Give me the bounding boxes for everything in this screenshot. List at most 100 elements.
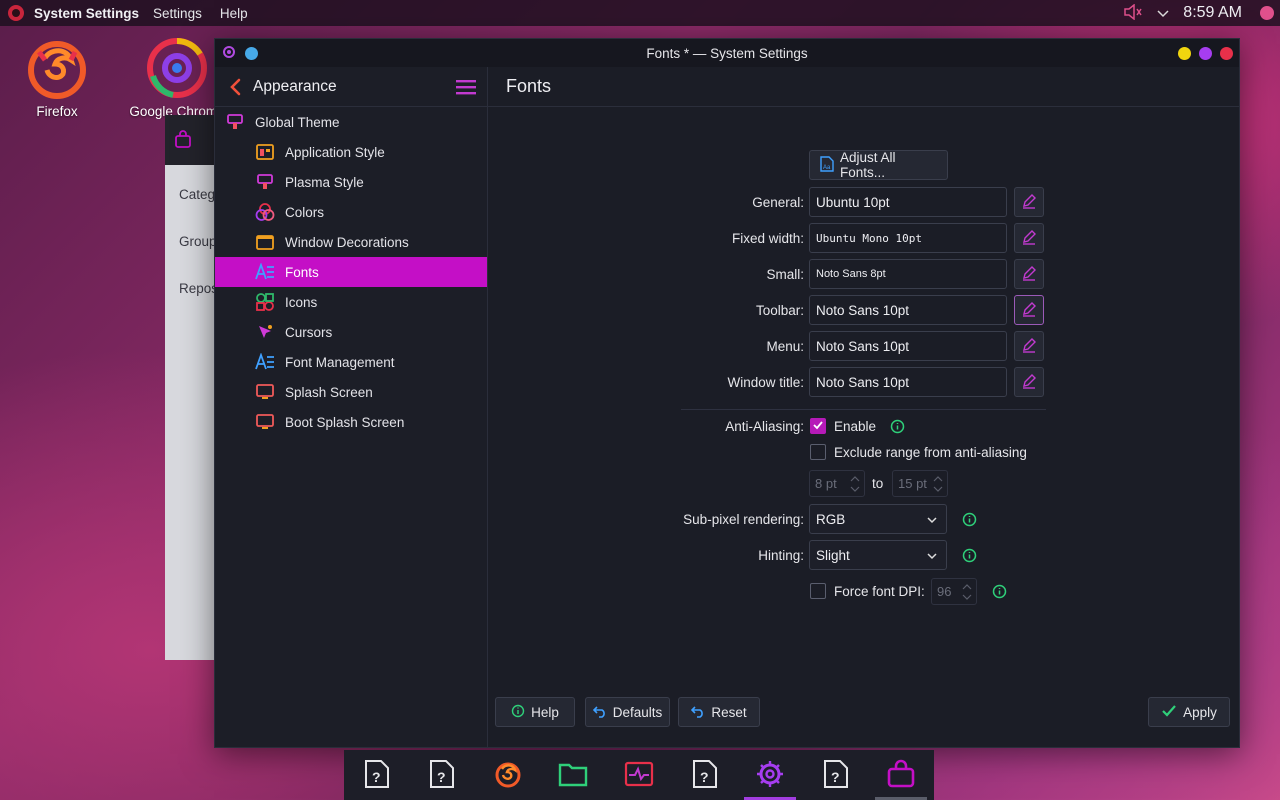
menu-font-choose-button[interactable] <box>1014 331 1044 361</box>
exclude-range-to-spinbox[interactable]: 15 pt <box>892 470 948 497</box>
anti-aliasing-label: Anti-Aliasing: <box>725 419 804 434</box>
exclude-range-label[interactable]: Exclude range from anti-aliasing <box>834 445 1027 460</box>
small-font-choose-button[interactable] <box>1014 259 1044 289</box>
sidebar-item-font-management[interactable]: Font Management <box>215 347 487 377</box>
sidebar-item-label: Cursors <box>285 324 333 340</box>
menu-font-field[interactable]: Noto Sans 10pt <box>809 331 1007 361</box>
force-dpi-label[interactable]: Force font DPI: <box>834 584 925 599</box>
minimize-button[interactable] <box>1178 46 1191 60</box>
subpixel-info-icon[interactable] <box>962 512 977 527</box>
exclude-range-checkbox[interactable] <box>810 444 826 460</box>
exclude-range-from-spinbox[interactable]: 8 pt <box>809 470 865 497</box>
volume-muted-icon[interactable] <box>1123 2 1143 23</box>
user-avatar[interactable] <box>1260 6 1274 20</box>
edit-pencil-icon <box>1021 265 1037 284</box>
sidebar-item-global-theme[interactable]: Global Theme <box>215 107 487 137</box>
toolbar-font-field[interactable]: Noto Sans 10pt <box>809 295 1007 325</box>
anti-aliasing-info-icon[interactable] <box>890 419 905 434</box>
taskbar-item-system-monitor[interactable] <box>609 750 669 800</box>
edit-pencil-icon <box>1021 373 1037 392</box>
fixed-width-font-label: Fixed width: <box>731 231 804 246</box>
hinting-combo[interactable]: Slight <box>809 540 947 570</box>
taskbar-item-files[interactable] <box>543 750 603 800</box>
menu-settings[interactable]: Settings <box>153 6 202 21</box>
reset-label: Reset <box>711 704 747 720</box>
general-font-choose-button[interactable] <box>1014 187 1044 217</box>
taskbar-item-unknown-2[interactable]: ? <box>412 750 472 800</box>
active-app-name[interactable]: System Settings <box>34 6 139 21</box>
anti-aliasing-enable-label[interactable]: Enable <box>834 419 876 434</box>
force-dpi-info-icon[interactable] <box>992 584 1007 599</box>
fixed-width-font-field[interactable]: Ubuntu Mono 10pt <box>809 223 1007 253</box>
window-decorations-icon <box>255 232 275 252</box>
maximize-button[interactable] <box>1199 46 1212 60</box>
small-font-field[interactable]: Noto Sans 8pt <box>809 259 1007 289</box>
window-titlebar[interactable]: Fonts * — System Settings <box>215 39 1239 67</box>
chevron-down-icon <box>926 550 938 562</box>
spinbox-arrows-icon <box>849 473 861 495</box>
edit-pencil-icon <box>1021 229 1037 248</box>
svg-text:?: ? <box>372 769 381 785</box>
tray-expand-chevron-icon[interactable] <box>1157 6 1169 21</box>
boot-splash-screen-icon <box>255 412 275 432</box>
system-settings-window: Fonts * — System Settings Appearance Glo… <box>214 38 1240 748</box>
window-title-font-choose-button[interactable] <box>1014 367 1044 397</box>
sidebar-item-label: Plasma Style <box>285 174 364 190</box>
hamburger-menu-icon[interactable] <box>455 78 477 96</box>
subpixel-rendering-combo[interactable]: RGB <box>809 504 947 534</box>
cursors-icon <box>255 322 275 342</box>
menu-help[interactable]: Help <box>220 6 248 21</box>
sidebar-item-boot-splash-screen[interactable]: Boot Splash Screen <box>215 407 487 437</box>
window-body: Appearance Global Theme Application Styl <box>215 67 1239 747</box>
plasma-style-icon <box>255 172 275 192</box>
toolbar-font-choose-button[interactable] <box>1014 295 1044 325</box>
taskbar-item-firefox[interactable] <box>478 750 538 800</box>
general-font-field[interactable]: Ubuntu 10pt <box>809 187 1007 217</box>
anti-aliasing-enable-checkbox[interactable] <box>810 418 826 434</box>
sidebar-item-plasma-style[interactable]: Plasma Style <box>215 167 487 197</box>
hinting-info-icon[interactable] <box>962 548 977 563</box>
global-theme-icon <box>225 112 245 132</box>
chrome-icon <box>145 36 209 100</box>
sidebar-item-colors[interactable]: Colors <box>215 197 487 227</box>
subpixel-value: RGB <box>816 511 846 527</box>
apply-button[interactable]: Apply <box>1148 697 1230 727</box>
content-pane: Fonts Aa Adjust All Fonts... General: Ub… <box>488 67 1239 747</box>
page-title: Fonts <box>488 67 1239 107</box>
close-button[interactable] <box>1220 46 1233 60</box>
files-icon <box>558 761 588 790</box>
sidebar-item-cursors[interactable]: Cursors <box>215 317 487 347</box>
defaults-button[interactable]: Defaults <box>585 697 670 727</box>
sidebar-item-application-style[interactable]: Application Style <box>215 137 487 167</box>
fixed-width-font-choose-button[interactable] <box>1014 223 1044 253</box>
sidebar-item-label: Window Decorations <box>285 234 409 250</box>
adjust-all-fonts-button[interactable]: Aa Adjust All Fonts... <box>809 150 948 180</box>
firefox-icon <box>493 759 523 792</box>
desktop-icon-chrome[interactable]: Google Chrome <box>129 36 225 119</box>
window-gear-icon[interactable] <box>221 44 237 63</box>
taskbar-item-unknown-4[interactable]: ? <box>806 750 866 800</box>
taskbar-item-store[interactable] <box>871 750 931 800</box>
store-bag-icon <box>173 129 193 152</box>
app-menu-logo-icon[interactable] <box>6 3 26 23</box>
force-dpi-spinbox[interactable]: 96 <box>931 578 977 605</box>
sidebar-item-splash-screen[interactable]: Splash Screen <box>215 377 487 407</box>
taskbar-item-system-settings[interactable] <box>740 750 800 800</box>
window-title-font-field[interactable]: Noto Sans 10pt <box>809 367 1007 397</box>
undo-icon <box>592 704 607 721</box>
back-chevron-icon[interactable] <box>227 78 245 96</box>
sidebar-item-fonts[interactable]: Fonts <box>215 257 487 287</box>
taskbar-item-unknown-1[interactable]: ? <box>347 750 407 800</box>
taskbar-item-unknown-3[interactable]: ? <box>675 750 735 800</box>
sidebar-item-window-decorations[interactable]: Window Decorations <box>215 227 487 257</box>
system-tray: 8:59 AM <box>1123 2 1274 23</box>
reset-button[interactable]: Reset <box>678 697 760 727</box>
keep-above-button[interactable] <box>245 46 258 60</box>
undo-icon <box>691 704 705 721</box>
help-button[interactable]: Help <box>495 697 575 727</box>
desktop-icon-firefox[interactable]: Firefox <box>12 36 102 119</box>
font-management-icon <box>255 352 275 372</box>
force-dpi-checkbox[interactable] <box>810 583 826 599</box>
sidebar-item-icons[interactable]: Icons <box>215 287 487 317</box>
clock[interactable]: 8:59 AM <box>1183 4 1242 22</box>
